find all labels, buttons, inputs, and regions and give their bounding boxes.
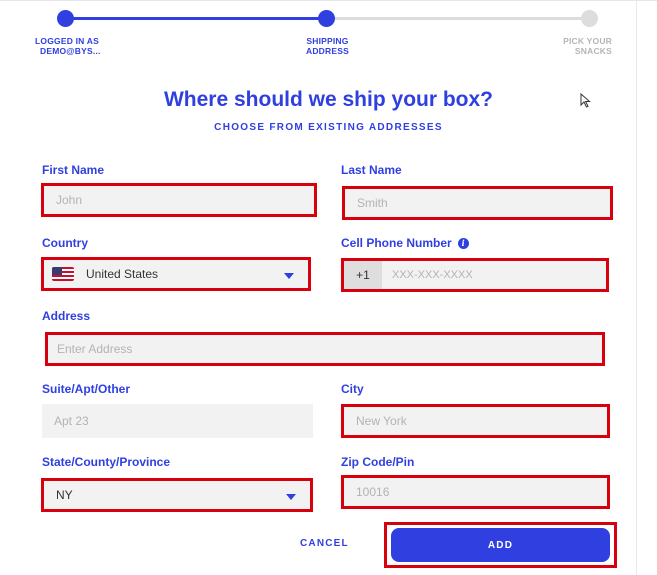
first-name-label: First Name	[42, 163, 105, 177]
city-placeholder: New York	[356, 414, 407, 428]
chevron-down-icon	[286, 494, 296, 500]
step-label-logged-in: LOGGED IN AS DEMO@BYS...	[35, 36, 101, 56]
suite-label: Suite/Apt/Other	[42, 382, 131, 396]
country-value: United States	[86, 267, 159, 281]
chevron-down-icon	[284, 273, 294, 279]
address-placeholder: Enter Address	[57, 342, 133, 356]
zip-field[interactable]: 10016	[341, 475, 610, 509]
state-label: State/County/Province	[42, 455, 171, 469]
top-divider	[0, 0, 657, 1]
step-dot-logged-in	[57, 10, 74, 27]
progress-fill	[64, 17, 327, 20]
zip-label: Zip Code/Pin	[341, 455, 415, 469]
phone-field[interactable]: +1 XXX-XXX-XXXX	[341, 258, 609, 292]
address-field[interactable]: Enter Address	[45, 332, 605, 366]
us-flag-icon	[52, 267, 74, 281]
state-value: NY	[56, 488, 73, 502]
cancel-button[interactable]: CANCEL	[300, 538, 349, 549]
choose-existing-addresses-link[interactable]: CHOOSE FROM EXISTING ADDRESSES	[0, 122, 657, 133]
add-button[interactable]: ADD	[391, 528, 610, 562]
country-select[interactable]: United States	[41, 257, 311, 291]
state-select[interactable]: NY	[41, 478, 313, 512]
step-dot-shipping	[318, 10, 335, 27]
phone-country-code: +1	[344, 261, 382, 289]
step-dot-snacks	[581, 10, 598, 27]
suite-field[interactable]: Apt 23	[42, 404, 313, 438]
add-button-highlight: ADD	[384, 522, 617, 568]
info-icon[interactable]: i	[457, 238, 469, 249]
phone-label: Cell Phone Number i	[341, 236, 469, 250]
city-label: City	[341, 382, 364, 396]
page-title: Where should we ship your box?	[163, 88, 494, 111]
address-label: Address	[42, 309, 91, 323]
city-field[interactable]: New York	[341, 404, 610, 438]
mouse-cursor-icon	[580, 93, 591, 108]
right-divider	[636, 0, 637, 575]
zip-placeholder: 10016	[356, 485, 390, 499]
step-label-snacks: PICK YOUR SNACKS	[563, 36, 612, 56]
country-label: Country	[42, 236, 88, 250]
last-name-placeholder: Smith	[357, 196, 388, 210]
first-name-placeholder: John	[56, 193, 83, 207]
last-name-label: Last Name	[341, 163, 402, 177]
first-name-field[interactable]: John	[41, 183, 317, 217]
step-label-shipping: SHIPPING ADDRESS	[306, 36, 349, 56]
suite-placeholder: Apt 23	[54, 414, 89, 428]
phone-placeholder: XXX-XXX-XXXX	[392, 269, 473, 281]
last-name-field[interactable]: Smith	[342, 186, 613, 220]
